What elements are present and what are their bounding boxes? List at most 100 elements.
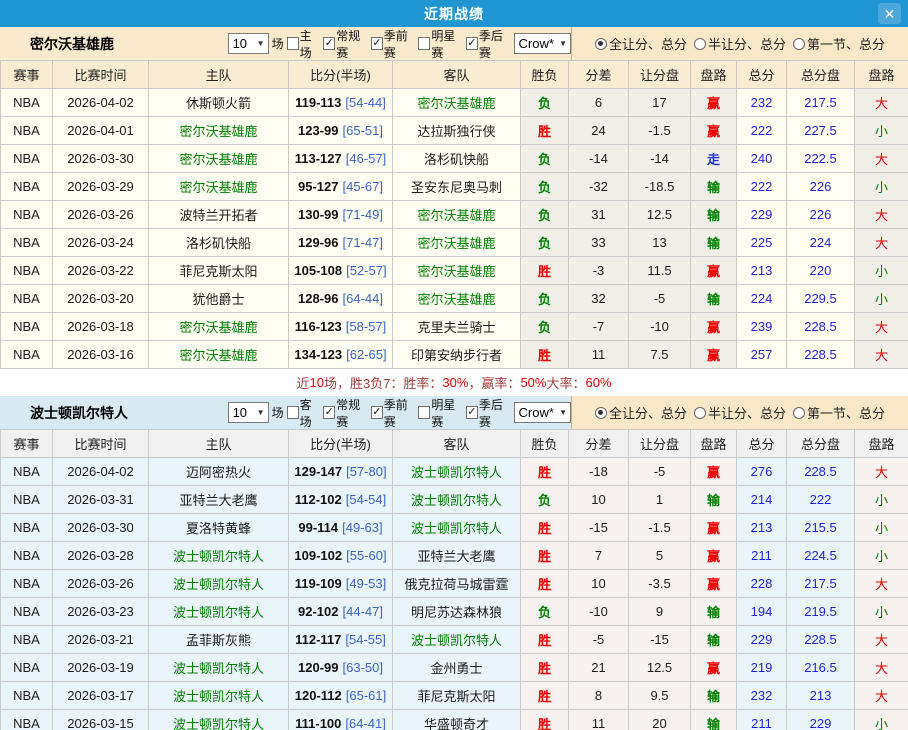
half-score: [46-57] [346, 151, 386, 166]
radio-option[interactable]: 第一节、总分 [793, 34, 885, 53]
radio-option[interactable]: 全让分、总分 [595, 34, 687, 53]
radio-option[interactable]: 半让分、总分 [694, 34, 786, 53]
checkbox-checked-icon[interactable]: ✓ [371, 406, 383, 419]
over-under-cell: 大 [855, 145, 908, 173]
handicap-cell: 9.5 [629, 682, 691, 710]
diff-cell: 24 [569, 117, 629, 145]
total-line-cell: 219.5 [787, 598, 855, 626]
results-table: 赛事比赛时间主队比分(半场)客队胜负分差让分盘盘路总分总分盘盘路 NBA2026… [0, 60, 908, 369]
total-cell: 222 [737, 173, 787, 201]
league-cell: NBA [1, 89, 53, 117]
summary-segment: 60% [586, 375, 612, 390]
score-cell: 113-127[46-57] [289, 145, 393, 173]
handicap-result-cell: 输 [691, 682, 737, 710]
chevron-down-icon: ▼ [559, 408, 567, 417]
away-team-cell: 达拉斯独行侠 [393, 117, 521, 145]
total-line-cell: 228.5 [787, 626, 855, 654]
handicap-result-cell: 赢 [691, 341, 737, 369]
handicap-cell: -10 [629, 313, 691, 341]
checkbox-unchecked-icon[interactable] [418, 37, 430, 50]
handicap-result-cell: 输 [691, 285, 737, 313]
checkbox-unchecked-icon[interactable] [287, 37, 299, 50]
checkbox-checked-icon[interactable]: ✓ [466, 406, 478, 419]
home-team-cell: 波士顿凯尔特人 [149, 598, 289, 626]
header-row: 赛事比赛时间主队比分(半场)客队胜负分差让分盘盘路总分总分盘盘路 [1, 430, 908, 458]
handicap-cell: 5 [629, 542, 691, 570]
half-score: [63-50] [343, 660, 383, 675]
total-line-cell: 228.5 [787, 313, 855, 341]
over-under-cell: 小 [855, 285, 908, 313]
handicap-cell: 13 [629, 229, 691, 257]
column-header: 分差 [569, 61, 629, 89]
checkbox-label: 客场 [300, 396, 322, 430]
games-count-select[interactable]: 10 ▼ [228, 33, 269, 54]
home-team-cell: 休斯顿火箭 [149, 89, 289, 117]
final-score: 130-99 [298, 207, 338, 222]
half-score: [45-67] [343, 179, 383, 194]
date-cell: 2026-03-16 [53, 341, 149, 369]
result-cell: 负 [521, 145, 569, 173]
result-cell: 胜 [521, 710, 569, 730]
handicap-cell: 1 [629, 486, 691, 514]
odds-type-select[interactable]: Crow* ▼ [514, 402, 571, 423]
games-suffix-label: 场 [272, 35, 284, 52]
over-under-cell: 大 [855, 682, 908, 710]
filter-bar: 波士顿凯尔特人 10 ▼ 场 客场✓常规赛✓季前赛明星赛✓季后赛 Crow* ▼… [0, 396, 908, 429]
diff-cell: -5 [569, 626, 629, 654]
handicap-result-cell: 输 [691, 626, 737, 654]
radio-option[interactable]: 第一节、总分 [793, 403, 885, 422]
odds-type-select[interactable]: Crow* ▼ [514, 33, 571, 54]
result-cell: 胜 [521, 257, 569, 285]
result-cell: 负 [521, 598, 569, 626]
handicap-cell: -15 [629, 626, 691, 654]
away-team-cell: 俄克拉荷马城雷霆 [393, 570, 521, 598]
chevron-down-icon: ▼ [559, 39, 567, 48]
home-team-cell: 亚特兰大老鹰 [149, 486, 289, 514]
total-cell: 239 [737, 313, 787, 341]
total-line-cell: 224.5 [787, 542, 855, 570]
league-cell: NBA [1, 626, 53, 654]
away-team-cell: 波士顿凯尔特人 [393, 458, 521, 486]
score-cell: 130-99[71-49] [289, 201, 393, 229]
over-under-cell: 小 [855, 514, 908, 542]
team-section: 密尔沃基雄鹿 10 ▼ 场 主场✓常规赛✓季前赛明星赛✓季后赛 Crow* ▼ … [0, 27, 908, 396]
close-button[interactable]: ✕ [878, 3, 901, 24]
league-cell: NBA [1, 542, 53, 570]
score-cell: 112-117[54-55] [289, 626, 393, 654]
date-cell: 2026-03-18 [53, 313, 149, 341]
away-team-cell: 克里夫兰骑士 [393, 313, 521, 341]
checkbox-checked-icon[interactable]: ✓ [466, 37, 478, 50]
score-cell: 129-96[71-47] [289, 229, 393, 257]
league-cell: NBA [1, 145, 53, 173]
column-header: 比赛时间 [53, 61, 149, 89]
checkbox-label: 季前赛 [384, 396, 417, 430]
handicap-cell: -5 [629, 458, 691, 486]
result-cell: 胜 [521, 542, 569, 570]
final-score: 120-99 [298, 660, 338, 675]
total-line-cell: 217.5 [787, 570, 855, 598]
diff-cell: -14 [569, 145, 629, 173]
away-team-cell: 波士顿凯尔特人 [393, 514, 521, 542]
total-cell: 229 [737, 201, 787, 229]
radio-option[interactable]: 全让分、总分 [595, 403, 687, 422]
result-cell: 负 [521, 313, 569, 341]
total-cell: 257 [737, 341, 787, 369]
checkbox-unchecked-icon[interactable] [418, 406, 430, 419]
score-cell: 129-147[57-80] [289, 458, 393, 486]
checkbox-unchecked-icon[interactable] [287, 406, 299, 419]
checkbox-checked-icon[interactable]: ✓ [323, 406, 335, 419]
score-cell: 120-99 [63-50] [289, 654, 393, 682]
radio-option[interactable]: 半让分、总分 [694, 403, 786, 422]
final-score: 129-96 [298, 235, 338, 250]
checkbox-checked-icon[interactable]: ✓ [371, 37, 383, 50]
half-score: [64-44] [343, 291, 383, 306]
radio-label: 半让分、总分 [708, 403, 786, 422]
games-count-select[interactable]: 10 ▼ [228, 402, 269, 423]
final-score: 95-127 [298, 179, 338, 194]
checkbox-checked-icon[interactable]: ✓ [323, 37, 335, 50]
date-cell: 2026-03-24 [53, 229, 149, 257]
score-cell: 99-114[49-63] [289, 514, 393, 542]
checkbox-label: 常规赛 [336, 396, 369, 430]
home-team-cell: 密尔沃基雄鹿 [149, 173, 289, 201]
over-under-cell: 大 [855, 313, 908, 341]
